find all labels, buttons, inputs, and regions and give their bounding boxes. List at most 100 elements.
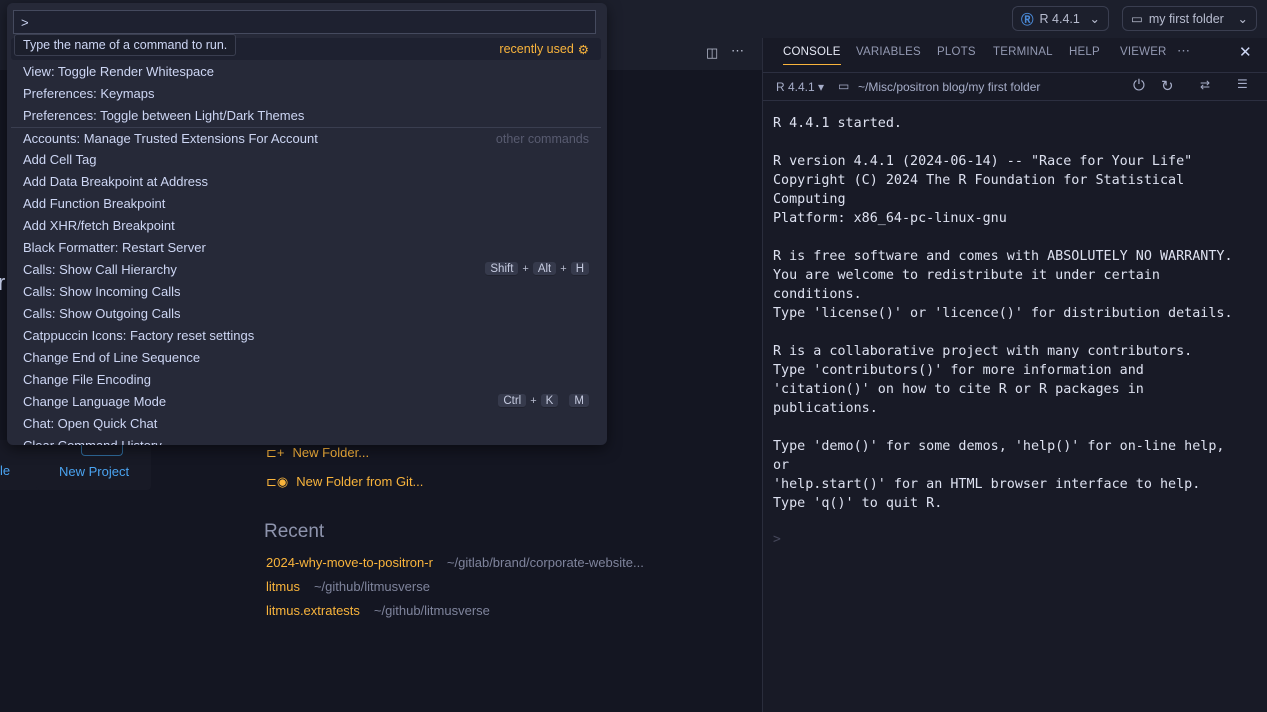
command-item[interactable]: Accounts: Manage Trusted Extensions For …: [11, 127, 601, 149]
partial-heading: r: [0, 270, 6, 295]
command-label: Add Function Breakpoint: [23, 195, 166, 211]
recent-title: Recent: [264, 521, 325, 542]
tab-viewer[interactable]: VIEWER: [1120, 46, 1167, 58]
recent-name[interactable]: litmus.extratests: [266, 603, 360, 618]
console-panel: CONSOLE VARIABLES PLOTS TERMINAL HELP VI…: [762, 38, 1267, 712]
console-output[interactable]: R 4.4.1 started. R version 4.4.1 (2024-06…: [773, 114, 1233, 513]
key-separator: +: [530, 395, 537, 407]
command-item[interactable]: View: Toggle Render Whitespace: [11, 60, 601, 82]
command-label: Change Language Mode: [23, 393, 167, 409]
command-label: Preferences: Toggle between Light/Dark T…: [23, 107, 305, 123]
chevron-down-icon: ⌄: [1237, 12, 1248, 26]
command-label: Change File Encoding: [23, 371, 151, 387]
more-actions-icon[interactable]: ⋯: [731, 43, 744, 59]
recently-used-label: recently used: [499, 42, 574, 56]
command-item[interactable]: Chat: Open Quick Chat: [11, 412, 601, 434]
command-item[interactable]: Change File Encoding: [11, 368, 601, 390]
command-item[interactable]: Clear Command History: [11, 434, 601, 446]
command-item[interactable]: Preferences: Toggle between Light/Dark T…: [11, 104, 601, 126]
new-file-label: le: [0, 463, 11, 478]
command-label: Add XHR/fetch Breakpoint: [23, 217, 175, 233]
split-editor-icon[interactable]: ◫: [706, 45, 718, 61]
command-item[interactable]: Add XHR/fetch Breakpoint: [11, 214, 601, 236]
close-panel-icon[interactable]: ✕: [1239, 43, 1252, 61]
command-label: Clear Command History: [23, 437, 162, 446]
new-folder-icon: ⊏+: [266, 445, 285, 460]
more-tabs-icon[interactable]: ⋯: [1177, 43, 1190, 59]
key-cap: Shift: [485, 262, 519, 276]
console-prompt[interactable]: >: [773, 532, 781, 547]
command-tooltip: Type the name of a command to run.: [14, 34, 237, 56]
new-project-button[interactable]: New Project: [36, 438, 151, 490]
folder-icon: ▭: [1131, 12, 1143, 26]
tab-plots[interactable]: PLOTS: [937, 46, 976, 58]
console-line: R is a collaborative project with many c…: [773, 344, 1193, 359]
console-line: You are welcome to redistribute it under…: [773, 268, 1160, 283]
command-label: Black Formatter: Restart Server: [23, 239, 206, 255]
console-line: Type 'q()' to quit R.: [773, 496, 943, 511]
restart-icon[interactable]: ↻: [1161, 77, 1174, 95]
chevron-down-icon: ⌄: [1089, 12, 1100, 26]
command-label: Add Cell Tag: [23, 151, 97, 167]
folder-selector[interactable]: ▭ my first folder ⌄: [1122, 6, 1257, 31]
tab-help[interactable]: HELP: [1069, 46, 1100, 58]
keybinding: Ctrl + K M: [498, 394, 589, 408]
console-line: Type 'contributors()' for more informati…: [773, 363, 1144, 378]
command-item[interactable]: Change End of Line Sequence: [11, 346, 601, 368]
command-item[interactable]: Calls: Show Outgoing Calls: [11, 302, 601, 324]
command-input[interactable]: [13, 10, 596, 34]
recent-path: ~/github/litmusverse: [373, 603, 490, 618]
command-item[interactable]: Calls: Show Call Hierarchy Shift + Alt + H: [11, 258, 601, 280]
command-item[interactable]: Calls: Show Incoming Calls: [11, 280, 601, 302]
power-icon[interactable]: ⏻: [1133, 77, 1145, 94]
command-label: Chat: Open Quick Chat: [23, 415, 158, 431]
console-toolbar: R 4.4.1 ▾ ▭ ~/Misc/positron blog/my firs…: [763, 72, 1267, 101]
new-folder-link[interactable]: ⊏+ New Folder...: [266, 445, 369, 461]
command-label: Add Data Breakpoint at Address: [23, 173, 209, 189]
console-line: or: [773, 458, 790, 473]
command-label: Accounts: Manage Trusted Extensions For …: [23, 131, 318, 146]
command-item[interactable]: Add Data Breakpoint at Address: [11, 170, 601, 192]
recent-name[interactable]: litmus: [266, 579, 300, 594]
tab-console[interactable]: CONSOLE: [783, 46, 841, 65]
command-item[interactable]: Black Formatter: Restart Server: [11, 236, 601, 258]
key-cap: Ctrl: [498, 394, 527, 408]
command-item[interactable]: Change Language Mode Ctrl + K M: [11, 390, 601, 412]
console-line: conditions.: [773, 287, 862, 302]
word-wrap-icon[interactable]: ⇄: [1200, 78, 1210, 92]
command-item[interactable]: Add Cell Tag: [11, 148, 601, 170]
gear-icon[interactable]: ⚙: [578, 42, 589, 57]
recent-item[interactable]: litmus ~/github/litmusverse: [266, 579, 430, 594]
console-line: R is free software and comes with ABSOLU…: [773, 249, 1233, 264]
console-line: Type 'demo()' for some demos, 'help()' f…: [773, 439, 1225, 454]
tab-terminal[interactable]: TERMINAL: [993, 46, 1053, 58]
console-line: Type 'license()' or 'licence()' for dist…: [773, 306, 1233, 321]
console-line: R 4.4.1 started.: [773, 116, 902, 131]
command-palette: recently used ⚙ View: Toggle Render White…: [7, 3, 607, 445]
command-label: Calls: Show Outgoing Calls: [23, 305, 181, 321]
command-label: Calls: Show Incoming Calls: [23, 283, 181, 299]
key-cap: Alt: [532, 262, 557, 276]
key-separator: [562, 395, 565, 407]
command-item[interactable]: Catppuccin Icons: Factory reset settings: [11, 324, 601, 346]
clear-console-icon[interactable]: ☰: [1237, 77, 1248, 91]
recent-name[interactable]: 2024-why-move-to-positron-r: [266, 555, 433, 570]
command-label: View: Toggle Render Whitespace: [23, 63, 215, 79]
new-folder-from-git-link[interactable]: ⊏◉ New Folder from Git...: [266, 474, 423, 490]
command-item[interactable]: Add Function Breakpoint: [11, 192, 601, 214]
recent-item[interactable]: litmus.extratests ~/github/litmusverse: [266, 603, 490, 618]
command-item[interactable]: Preferences: Keymaps: [11, 82, 601, 104]
recent-item[interactable]: 2024-why-move-to-positron-r ~/gitlab/bran…: [266, 555, 644, 570]
console-line: Computing: [773, 192, 846, 207]
console-line: publications.: [773, 401, 878, 416]
console-line: R version 4.4.1 (2024-06-14) -- "Race fo…: [773, 154, 1193, 169]
interpreter-label: R 4.4.1: [1039, 11, 1080, 26]
session-label: R 4.4.1: [776, 80, 815, 94]
key-cap: H: [570, 262, 589, 276]
session-selector[interactable]: R 4.4.1 ▾: [776, 80, 824, 94]
r-logo-icon: Ⓡ: [1021, 13, 1034, 27]
interpreter-selector[interactable]: Ⓡ R 4.4.1 ⌄: [1012, 6, 1109, 31]
tab-variables[interactable]: VARIABLES: [856, 46, 921, 58]
key-separator: +: [560, 263, 567, 275]
